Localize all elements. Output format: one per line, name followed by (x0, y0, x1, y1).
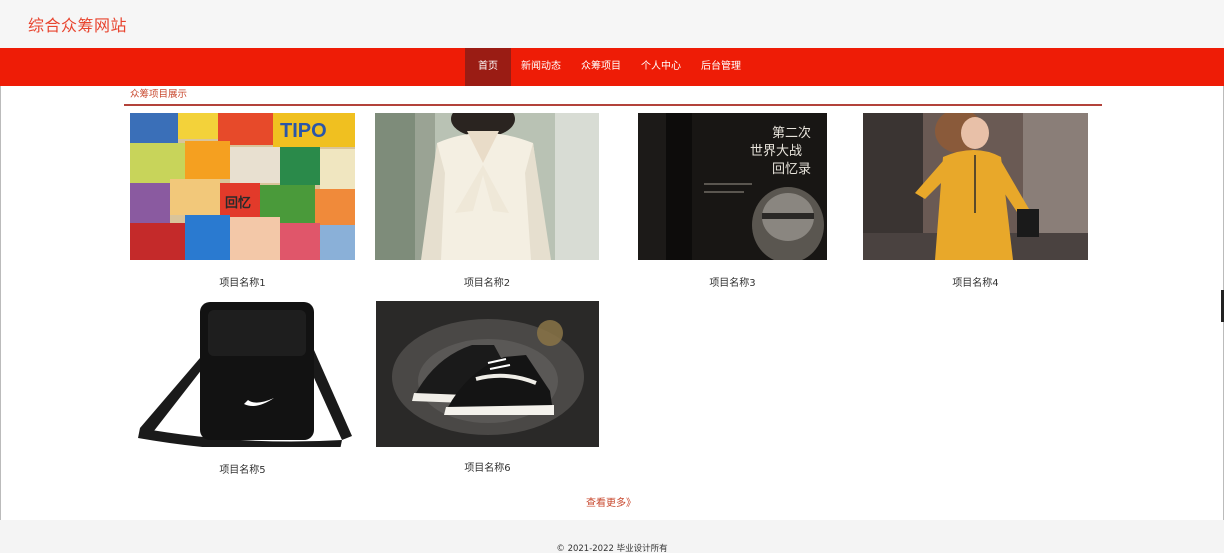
section-title: 众筹项目展示 (130, 89, 188, 100)
yellow-sweater-photo[interactable] (863, 113, 1088, 260)
project-name-4[interactable]: 项目名称4 (863, 274, 1088, 289)
project-card-6[interactable]: 项目名称6 (376, 301, 599, 479)
black-sneakers-photo[interactable] (376, 301, 599, 447)
site-title[interactable]: 综合众筹网站 (28, 12, 127, 36)
nav-item-projects[interactable]: 众筹项目 (571, 48, 631, 86)
project-name-6[interactable]: 项目名称6 (376, 459, 599, 474)
nav-item-personal-center[interactable]: 个人中心 (631, 48, 691, 86)
nav-item-home[interactable]: 首页 (465, 48, 511, 86)
project-name-5[interactable]: 项目名称5 (130, 461, 355, 476)
nav-menu: 首页 新闻动态 众筹项目 个人中心 后台管理 (465, 48, 751, 86)
black-shoulder-bag-photo[interactable] (130, 300, 355, 447)
site-header: 综合众筹网站 (0, 0, 1224, 48)
book-title-line-2: 世界大战 (750, 144, 802, 159)
project-name-3[interactable]: 项目名称3 (638, 274, 827, 289)
nav-item-admin[interactable]: 后台管理 (691, 48, 751, 86)
project-card-3[interactable]: 第二次 世界大战 回忆录 项目名称3 (638, 113, 827, 291)
snacks-photo[interactable]: TIPO 回忆 (130, 113, 355, 260)
view-more-link[interactable]: 查看更多》 (586, 494, 636, 509)
white-blouse-photo[interactable] (375, 113, 599, 260)
project-name-1[interactable]: 项目名称1 (130, 274, 355, 289)
copyright-text: © 2021-2022 毕业设计所有 (556, 544, 668, 554)
project-name-2[interactable]: 项目名称2 (375, 274, 599, 289)
site-footer: © 2021-2022 毕业设计所有 (0, 520, 1224, 554)
project-card-1[interactable]: TIPO 回忆 项目名称1 (130, 113, 355, 291)
nav-item-news[interactable]: 新闻动态 (511, 48, 571, 86)
project-card-4[interactable]: 项目名称4 (863, 113, 1088, 291)
snack-brand-text: TIPO (280, 120, 327, 142)
snack-side-text: 回忆 (225, 195, 251, 211)
book-cover-photo[interactable]: 第二次 世界大战 回忆录 (638, 113, 827, 260)
project-card-2[interactable]: 项目名称2 (375, 113, 599, 291)
book-title-line-3: 回忆录 (772, 161, 811, 177)
section-divider (124, 104, 1102, 106)
main-navbar: 首页 新闻动态 众筹项目 个人中心 后台管理 (0, 48, 1224, 86)
project-card-5[interactable]: 项目名称5 (130, 300, 355, 478)
book-title-line-1: 第二次 (772, 125, 811, 141)
